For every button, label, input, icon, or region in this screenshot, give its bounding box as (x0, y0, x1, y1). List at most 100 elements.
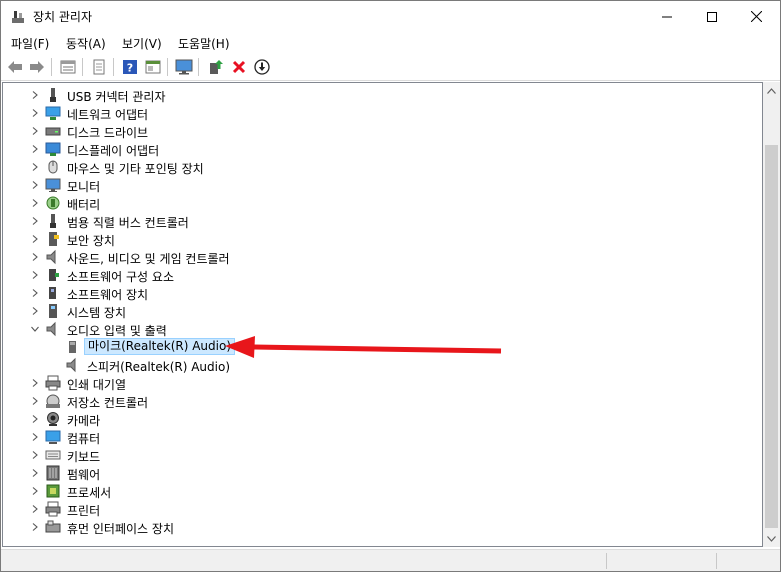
tree-category-item[interactable]: 휴먼 인터페이스 장치 (3, 518, 703, 536)
chevron-right-icon[interactable] (30, 305, 40, 315)
menu-file[interactable]: 파일(F) (11, 35, 49, 52)
menu-bar: 파일(F) 동작(A) 보기(V) 도움말(H) (1, 32, 780, 53)
tree-category-item[interactable]: 사운드, 비디오 및 게임 컨트롤러 (3, 248, 703, 266)
storage-icon (45, 393, 61, 409)
forward-icon (30, 61, 44, 73)
chevron-right-icon[interactable] (30, 467, 40, 477)
tree-category-item[interactable]: 디스크 드라이브 (3, 122, 703, 140)
tree-category-item[interactable]: 키보드 (3, 446, 703, 464)
chevron-down-icon (767, 535, 776, 542)
software-component-icon (45, 267, 61, 283)
chevron-right-icon[interactable] (30, 431, 40, 441)
tree-item-label: 인쇄 대기열 (67, 378, 127, 392)
chevron-right-icon[interactable] (30, 413, 40, 423)
chevron-right-icon[interactable] (30, 251, 40, 261)
tree-category-item[interactable]: 네트워크 어댑터 (3, 104, 703, 122)
tree-category-item[interactable]: 소프트웨어 구성 요소 (3, 266, 703, 284)
tree-category-item[interactable]: 범용 직렬 버스 컨트롤러 (3, 212, 703, 230)
chevron-right-icon[interactable] (30, 395, 40, 405)
chevron-right-icon[interactable] (30, 287, 40, 297)
chevron-right-icon[interactable] (30, 179, 40, 189)
toolbar: ? (1, 54, 780, 81)
status-bar (1, 549, 780, 571)
tree-item-label: 배터리 (67, 198, 101, 212)
printer-icon (45, 501, 61, 517)
tree-item-label: 오디오 입력 및 출력 (67, 324, 167, 338)
tree-item-label: 보안 장치 (67, 234, 115, 248)
chevron-right-icon[interactable] (30, 377, 40, 387)
chevron-right-icon[interactable] (30, 269, 40, 279)
list-button[interactable] (89, 57, 109, 77)
chevron-right-icon[interactable] (30, 107, 40, 117)
tree-category-item[interactable]: 디스플레이 어댑터 (3, 140, 703, 158)
chevron-right-icon[interactable] (30, 161, 40, 171)
chevron-right-icon[interactable] (30, 125, 40, 135)
device-manager-app-icon (10, 9, 26, 25)
scrollbar-thumb[interactable] (765, 145, 778, 528)
tree-category-item[interactable]: 프로세서 (3, 482, 703, 500)
console-button[interactable] (143, 57, 163, 77)
chevron-down-icon[interactable] (30, 323, 40, 333)
tree-item-label: 카메라 (67, 414, 101, 428)
camera-icon (45, 411, 61, 427)
properties-icon (60, 60, 76, 74)
tree-category-item[interactable]: 카메라 (3, 410, 703, 428)
system-icon (45, 303, 61, 319)
tree-item-label: 모니터 (67, 180, 101, 194)
menu-view[interactable]: 보기(V) (122, 35, 162, 52)
help-button[interactable]: ? (120, 57, 140, 77)
maximize-button[interactable] (689, 1, 734, 32)
tree-item-label: 마이크(Realtek(R) Audio) (84, 338, 236, 355)
menu-action[interactable]: 동작(A) (66, 35, 106, 52)
chevron-right-icon[interactable] (30, 485, 40, 495)
tree-category-item[interactable]: 모니터 (3, 176, 703, 194)
monitor-icon (45, 177, 61, 193)
display-icon (45, 141, 61, 157)
scroll-down-button[interactable] (763, 530, 780, 547)
tree-category-item[interactable]: 배터리 (3, 194, 703, 212)
monitor-icon (175, 59, 193, 75)
scroll-up-button[interactable] (763, 82, 780, 99)
close-icon (751, 11, 762, 22)
properties-button[interactable] (58, 57, 78, 77)
chevron-right-icon[interactable] (30, 89, 40, 99)
tree-category-item[interactable]: USB 커넥터 관리자 (3, 86, 703, 104)
mouse-icon (45, 159, 61, 175)
tree-category-item[interactable]: 컴퓨터 (3, 428, 703, 446)
chevron-right-icon[interactable] (30, 143, 40, 153)
forward-button[interactable] (27, 57, 47, 77)
uninstall-button[interactable] (229, 57, 249, 77)
back-button[interactable] (5, 57, 25, 77)
tree-category-item[interactable]: 프린터 (3, 500, 703, 518)
tree-category-item[interactable]: 소프트웨어 장치 (3, 284, 703, 302)
scan-hardware-button[interactable] (174, 57, 194, 77)
update-driver-button[interactable] (206, 57, 226, 77)
chevron-right-icon[interactable] (30, 215, 40, 225)
chevron-right-icon[interactable] (30, 503, 40, 513)
tree-category-item[interactable]: 시스템 장치 (3, 302, 703, 320)
tree-item-label: 휴먼 인터페이스 장치 (67, 522, 174, 536)
vertical-scrollbar[interactable] (763, 82, 780, 547)
chevron-right-icon[interactable] (30, 233, 40, 243)
tree-item-label: 사운드, 비디오 및 게임 컨트롤러 (67, 252, 230, 266)
tree-item-label: USB 커넥터 관리자 (67, 90, 166, 104)
tree-category-item[interactable]: 보안 장치 (3, 230, 703, 248)
tree-item-label: 저장소 컨트롤러 (67, 396, 149, 410)
network-icon (45, 105, 61, 121)
device-tree[interactable]: USB 커넥터 관리자 네트워크 어댑터 디스크 드라이브 디스플레이 어댑터마우스 … (2, 82, 763, 547)
minimize-button[interactable] (644, 1, 689, 32)
chevron-right-icon[interactable] (30, 521, 40, 531)
title-bar: 장치 관리자 (1, 1, 780, 32)
maximize-icon (706, 11, 717, 22)
close-button[interactable] (734, 1, 779, 32)
tree-category-item[interactable]: 인쇄 대기열 (3, 374, 703, 392)
chevron-right-icon[interactable] (30, 197, 40, 207)
tree-category-item[interactable]: 저장소 컨트롤러 (3, 392, 703, 410)
chevron-right-icon[interactable] (30, 449, 40, 459)
tree-category-item[interactable]: 마우스 및 기타 포인팅 장치 (3, 158, 703, 176)
tree-category-item[interactable]: 펌웨어 (3, 464, 703, 482)
tree-item-label: 마우스 및 기타 포인팅 장치 (67, 162, 204, 176)
help-icon: ? (123, 60, 137, 75)
menu-help[interactable]: 도움말(H) (178, 35, 230, 52)
disable-button[interactable] (252, 57, 272, 77)
